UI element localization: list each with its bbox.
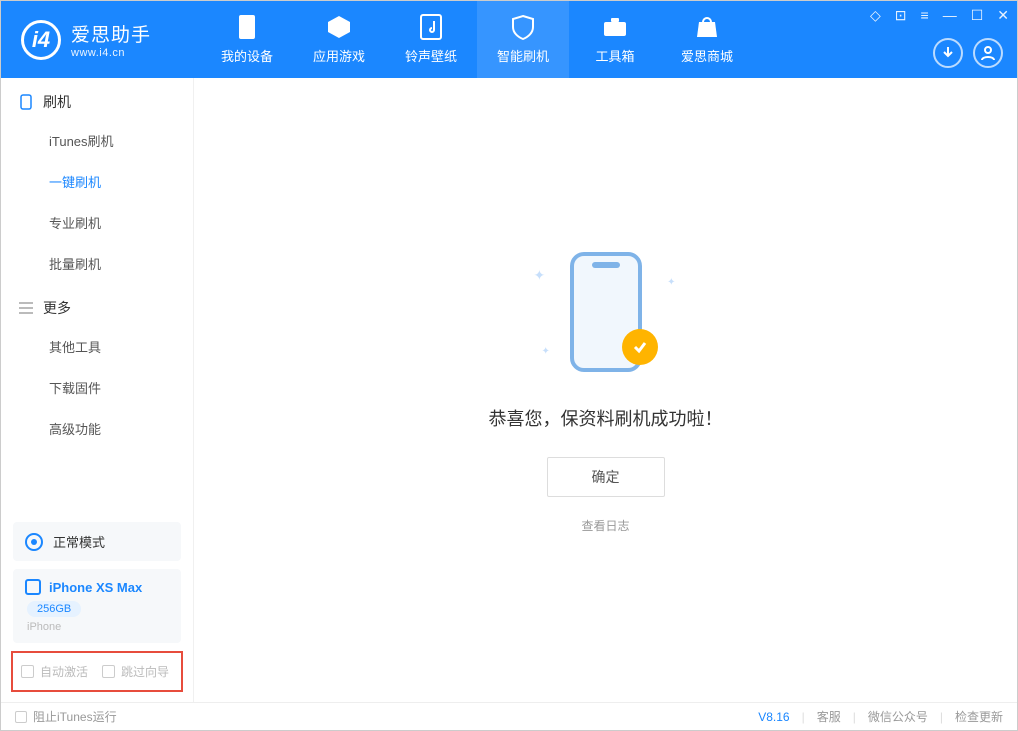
sidebar-item-advanced[interactable]: 高级功能: [49, 408, 193, 449]
checkbox-icon: [21, 665, 34, 678]
sparkle-icon: ✦: [534, 267, 546, 284]
tab-toolbox[interactable]: 工具箱: [569, 1, 661, 78]
separator: |: [853, 710, 856, 724]
tab-label: 应用游戏: [313, 46, 365, 65]
toolbox-icon: [602, 14, 628, 40]
shirt-icon[interactable]: ◇: [870, 7, 881, 24]
ok-button[interactable]: 确定: [547, 457, 665, 497]
lock-icon[interactable]: ⊡: [895, 7, 907, 24]
mode-label: 正常模式: [53, 532, 105, 551]
checkbox-block-itunes[interactable]: 阻止iTunes运行: [15, 708, 117, 725]
checkbox-skip-guide[interactable]: 跳过向导: [102, 663, 169, 680]
nav-tabs: 我的设备 应用游戏 铃声壁纸 智能刷机 工具箱 爱思商城: [201, 1, 753, 78]
mode-icon: [25, 533, 43, 551]
download-button[interactable]: [933, 38, 963, 68]
tab-my-device[interactable]: 我的设备: [201, 1, 293, 78]
app-name: 爱思助手: [71, 20, 151, 47]
body: 刷机 iTunes刷机 一键刷机 专业刷机 批量刷机 更多 其他工具 下载固件 …: [1, 78, 1017, 702]
sidebar-item-download-firmware[interactable]: 下载固件: [49, 367, 193, 408]
sidebar: 刷机 iTunes刷机 一键刷机 专业刷机 批量刷机 更多 其他工具 下载固件 …: [1, 78, 194, 702]
section-title: 更多: [43, 298, 71, 318]
sidebar-items-flash: iTunes刷机 一键刷机 专业刷机 批量刷机: [1, 120, 193, 284]
checkbox-row-highlighted: 自动激活 跳过向导: [11, 651, 183, 692]
version-label: V8.16: [758, 710, 789, 724]
tab-smart-flash[interactable]: 智能刷机: [477, 1, 569, 78]
menu-icon[interactable]: ≡: [921, 7, 929, 24]
sidebar-item-itunes-flash[interactable]: iTunes刷机: [49, 120, 193, 161]
separator: |: [802, 710, 805, 724]
sidebar-item-onekey-flash[interactable]: 一键刷机: [49, 161, 193, 202]
separator: |: [940, 710, 943, 724]
check-update-link[interactable]: 检查更新: [955, 708, 1003, 725]
app-header: i4 爱思助手 www.i4.cn 我的设备 应用游戏 铃声壁纸 智能刷机 工具…: [1, 1, 1017, 78]
maximize-button[interactable]: ☐: [971, 7, 984, 24]
wechat-link[interactable]: 微信公众号: [868, 708, 928, 725]
checkbox-label: 阻止iTunes运行: [33, 708, 117, 725]
list-icon: [19, 301, 33, 315]
logo-text: 爱思助手 www.i4.cn: [71, 20, 151, 59]
sidebar-item-pro-flash[interactable]: 专业刷机: [49, 202, 193, 243]
customer-service-link[interactable]: 客服: [817, 708, 841, 725]
check-badge-icon: [622, 329, 658, 365]
tab-label: 工具箱: [595, 46, 634, 65]
sidebar-item-batch-flash[interactable]: 批量刷机: [49, 243, 193, 284]
tab-apps-games[interactable]: 应用游戏: [293, 1, 385, 78]
checkbox-icon: [102, 665, 115, 678]
logo-area: i4 爱思助手 www.i4.cn: [1, 20, 201, 60]
footer-right: V8.16 | 客服 | 微信公众号 | 检查更新: [758, 708, 1003, 725]
shield-icon: [510, 14, 536, 40]
checkbox-label: 跳过向导: [121, 663, 169, 680]
device-name: iPhone XS Max: [49, 580, 142, 595]
header-actions: [933, 38, 1003, 68]
app-url: www.i4.cn: [71, 47, 151, 59]
cube-icon: [326, 14, 352, 40]
logo-icon: i4: [21, 20, 61, 60]
storage-badge: 256GB: [27, 601, 81, 617]
user-button[interactable]: [973, 38, 1003, 68]
section-title: 刷机: [43, 92, 71, 112]
main-content: ✦ ✦ ✦ 恭喜您，保资料刷机成功啦！ 确定 查看日志: [194, 78, 1017, 702]
success-message: 恭喜您，保资料刷机成功啦！: [489, 405, 723, 431]
tab-label: 智能刷机: [497, 46, 549, 65]
tab-ringtone-wallpaper[interactable]: 铃声壁纸: [385, 1, 477, 78]
checkbox-label: 自动激活: [40, 663, 88, 680]
checkbox-icon: [15, 711, 27, 723]
phone-outline-icon: [19, 95, 33, 109]
checkbox-auto-activate[interactable]: 自动激活: [21, 663, 88, 680]
tab-label: 我的设备: [221, 46, 273, 65]
device-card[interactable]: iPhone XS Max 256GB iPhone: [13, 569, 181, 643]
music-icon: [418, 14, 444, 40]
sparkle-icon: ✦: [667, 277, 675, 288]
device-icon: [234, 14, 260, 40]
sidebar-section-flash: 刷机: [1, 78, 193, 120]
bag-icon: [694, 14, 720, 40]
sidebar-bottom: 正常模式 iPhone XS Max 256GB iPhone 自动激活 跳过向…: [1, 514, 193, 702]
sidebar-items-more: 其他工具 下载固件 高级功能: [1, 326, 193, 449]
phone-icon: [25, 579, 41, 595]
tab-label: 铃声壁纸: [405, 46, 457, 65]
device-type: iPhone: [27, 621, 169, 633]
view-log-link[interactable]: 查看日志: [581, 517, 629, 534]
sparkle-icon: ✦: [542, 346, 550, 357]
tab-label: 爱思商城: [681, 46, 733, 65]
sidebar-section-more: 更多: [1, 284, 193, 326]
footer: 阻止iTunes运行 V8.16 | 客服 | 微信公众号 | 检查更新: [1, 702, 1017, 730]
footer-left: 阻止iTunes运行: [15, 708, 117, 725]
mode-card[interactable]: 正常模式: [13, 522, 181, 561]
sidebar-item-other-tools[interactable]: 其他工具: [49, 326, 193, 367]
window-controls: ◇ ⊡ ≡ — ☐ ✕: [870, 7, 1009, 24]
tab-store[interactable]: 爱思商城: [661, 1, 753, 78]
minimize-button[interactable]: —: [943, 7, 957, 24]
success-illustration: ✦ ✦ ✦: [506, 247, 706, 377]
close-button[interactable]: ✕: [997, 7, 1009, 24]
